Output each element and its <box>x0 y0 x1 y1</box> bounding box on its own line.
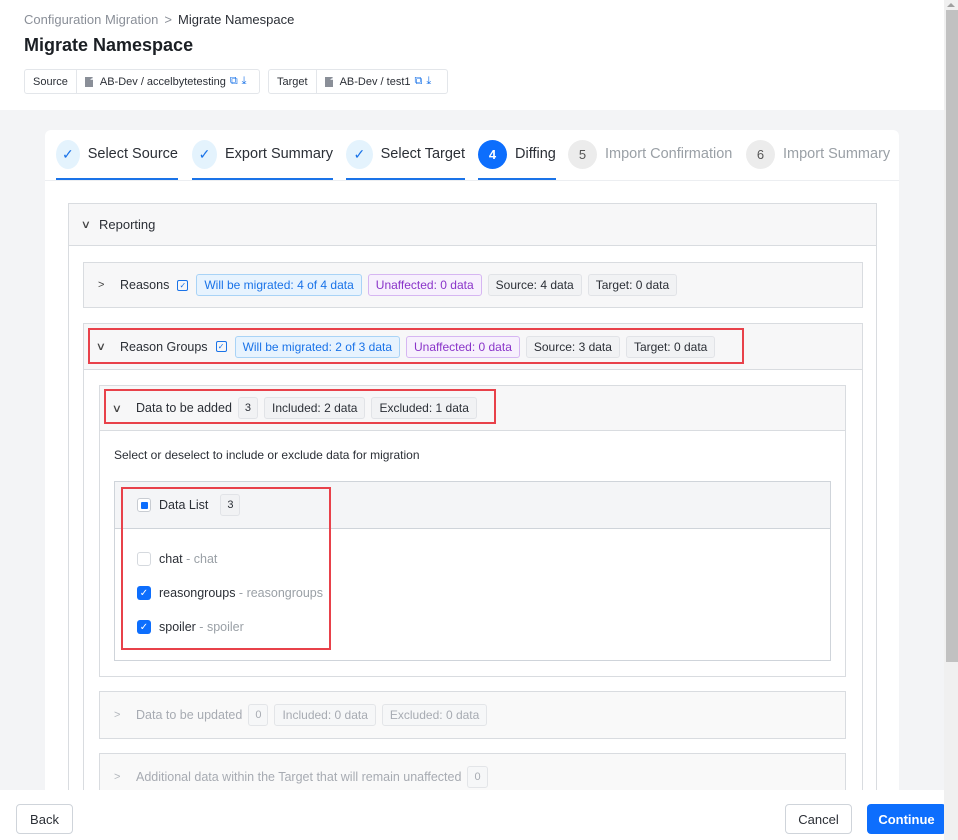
source-label: Source <box>25 70 77 93</box>
reasons-title: Reasons <box>120 278 170 292</box>
excluded-tag: Excluded: 0 data <box>381 704 488 726</box>
download-icon[interactable]: ⤓ <box>242 76 247 87</box>
step-number: 4 <box>478 140 507 169</box>
step-select-target[interactable]: ✓ Select Target <box>346 140 465 180</box>
breadcrumb-parent-link[interactable]: Configuration Migration <box>24 12 158 27</box>
will-be-migrated-tag: Will be migrated: 4 of 4 data <box>196 274 362 296</box>
step-number: 5 <box>568 140 597 169</box>
tag-value: 0 data <box>445 708 480 722</box>
highlight-data-to-be-added-header <box>104 389 496 424</box>
download-icon[interactable]: ⤓ <box>426 76 431 87</box>
step-label: Export Summary <box>225 146 333 162</box>
instruction-text: Select or deselect to include or exclude… <box>114 448 420 462</box>
source-count-tag: Source: 4 data <box>487 274 582 296</box>
target-namespace-box: Target AB-Dev / test1 ⧉ ⤓ <box>268 69 448 94</box>
cancel-button[interactable]: Cancel <box>785 804 852 834</box>
tag-key: Included: <box>282 708 332 722</box>
page-title: Migrate Namespace <box>24 35 194 55</box>
footer: Back Cancel Continue <box>0 790 958 840</box>
count-badge: 0 <box>467 766 488 788</box>
scroll-up-arrow-icon[interactable] <box>947 3 955 7</box>
chevron-right-icon: > <box>98 279 105 291</box>
tag-value: 0 data <box>635 278 670 292</box>
continue-button[interactable]: Continue <box>867 804 946 834</box>
page-header: Configuration Migration > Migrate Namespac… <box>0 0 944 110</box>
migrate-namespace-page: Configuration Migration > Migrate Namespac… <box>0 0 958 840</box>
tag-key: Source: <box>495 278 538 292</box>
step-import-summary: 6 Import Summary <box>746 140 890 180</box>
breadcrumb-current: Migrate Namespace <box>178 12 295 27</box>
step-label: Select Target <box>380 146 465 162</box>
check-icon: ✓ <box>56 140 80 169</box>
data-to-be-updated-header: > Data to be updated 0 Included: 0 data … <box>100 692 845 738</box>
vertical-scrollbar[interactable] <box>944 0 958 840</box>
breadcrumb-separator: > <box>164 12 172 27</box>
unaffected-tag: Unaffected: 0 data <box>367 274 482 296</box>
included-tag: Included: 0 data <box>274 704 376 726</box>
additional-unaffected-section: > Additional data within the Target that… <box>99 753 846 790</box>
external-link-icon[interactable]: ⧉ <box>415 76 423 87</box>
step-select-source[interactable]: ✓ Select Source <box>56 140 178 180</box>
step-label: Select Source <box>87 146 178 162</box>
scrollbar-thumb[interactable] <box>946 10 958 662</box>
step-import-confirmation: 5 Import Confirmation <box>568 140 732 180</box>
file-icon <box>84 76 93 87</box>
data-to-be-updated-section: > Data to be updated 0 Included: 0 data … <box>99 691 846 739</box>
back-button[interactable]: Back <box>16 804 73 834</box>
file-icon <box>324 76 333 87</box>
source-namespace-box: Source AB-Dev / accelbytetesting ⧉ ⤓ <box>24 69 260 94</box>
reasons-section: > Reasons ✓ Will be migrated: 4 of 4 dat… <box>83 262 863 308</box>
reporting-title: Reporting <box>99 217 156 232</box>
reporting-header[interactable]: ∨ Reporting <box>69 204 876 246</box>
source-namespace-value: AB-Dev / accelbytetesting <box>99 75 226 88</box>
target-count-tag: Target: 0 data <box>587 274 678 296</box>
step-diffing[interactable]: 4 Diffing <box>478 140 556 180</box>
tag-value: 0 data <box>334 708 368 722</box>
tag-key: Will be migrated: <box>204 278 294 292</box>
additional-unaffected-header: > Additional data within the Target that… <box>100 754 845 790</box>
tag-key: Unaffected: <box>375 278 437 292</box>
check-icon: ✓ <box>192 140 218 169</box>
tag-value: 4 of 4 data <box>297 278 354 292</box>
breadcrumb: Configuration Migration > Migrate Namespac… <box>24 12 294 27</box>
step-export-summary[interactable]: ✓ Export Summary <box>192 140 333 180</box>
chevron-right-icon: > <box>114 771 121 783</box>
tag-key: Excluded: <box>389 708 443 722</box>
highlight-data-list <box>121 487 331 650</box>
target-label: Target <box>269 70 317 93</box>
step-label: Diffing <box>515 146 556 162</box>
chevron-right-icon: > <box>114 709 121 721</box>
step-label: Import Summary <box>783 146 891 162</box>
external-link-icon[interactable]: ⧉ <box>230 76 238 87</box>
tag-key: Target: <box>595 278 633 292</box>
highlight-reason-groups-header <box>88 328 744 364</box>
step-label: Import Confirmation <box>605 146 733 162</box>
chevron-down-icon: ∨ <box>80 219 92 231</box>
step-number: 6 <box>746 140 775 169</box>
wizard-card: ✓ Select Source ✓ Export Summary ✓ Selec… <box>45 130 899 790</box>
data-to-be-updated-title: Data to be updated <box>136 708 243 722</box>
target-namespace-value: AB-Dev / test1 <box>339 75 411 88</box>
checkbox-icon[interactable]: ✓ <box>177 279 189 291</box>
stepper: ✓ Select Source ✓ Export Summary ✓ Selec… <box>45 130 899 181</box>
count-badge: 0 <box>248 704 269 726</box>
additional-unaffected-title: Additional data within the Target that w… <box>136 770 462 784</box>
tag-value: 4 data <box>540 278 574 292</box>
reasons-header[interactable]: > Reasons ✓ Will be migrated: 4 of 4 dat… <box>84 263 862 307</box>
tag-value: 0 data <box>440 278 474 292</box>
check-icon: ✓ <box>346 140 373 169</box>
